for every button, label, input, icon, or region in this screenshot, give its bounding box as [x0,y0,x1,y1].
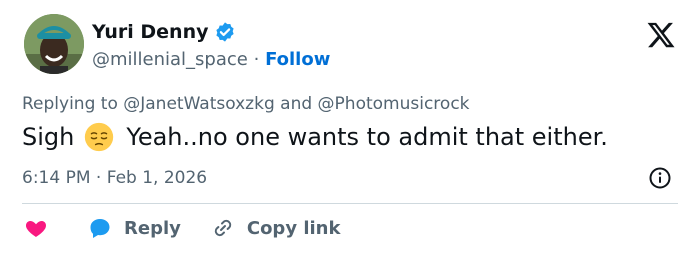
reply-button[interactable]: Reply [88,216,181,240]
action-bar: Reply Copy link [24,216,340,240]
display-name[interactable]: Yuri Denny [92,21,209,43]
tweet-text-end: Yeah..no one wants to admit that either. [126,123,608,151]
handle-row: @millenial_space · Follow [92,49,330,70]
divider [22,203,678,204]
info-icon[interactable] [648,166,672,190]
heart-icon [25,221,47,237]
copy-link-button[interactable]: Copy link [211,216,341,240]
avatar[interactable] [24,14,84,74]
replying-and: and [280,94,313,114]
avatar-image [24,14,84,74]
tweet-time: 6:14 PM [22,168,91,188]
like-button[interactable] [24,216,48,240]
handle-separator: · [253,49,260,70]
tweet-date: Feb 1, 2026 [106,168,208,188]
user-handle[interactable]: @millenial_space [92,49,248,70]
verified-badge-icon [215,22,234,42]
date-separator: · [95,168,102,188]
copy-link-label: Copy link [246,217,341,239]
mention-link-1[interactable]: @JanetWatsoxzkg [123,94,275,114]
mention-link-2[interactable]: @Photomusicrock [318,94,470,114]
replying-prefix: Replying to [22,94,118,114]
replying-to-line: Replying to @JanetWatsoxzkg and @Photomu… [22,94,470,114]
user-name-row: Yuri Denny [92,21,236,43]
tweet-text: Sigh Yeah..no one wants to admit that ei… [22,122,608,152]
reply-bubble-icon [90,219,110,238]
x-logo-icon[interactable] [646,20,676,50]
tweet-text-start: Sigh [22,123,75,151]
link-icon [214,219,231,237]
tweet-timestamp[interactable]: 6:14 PM · Feb 1, 2026 [22,168,207,188]
follow-button[interactable]: Follow [265,49,330,70]
pensive-face-icon [85,122,114,152]
reply-label: Reply [124,217,181,239]
